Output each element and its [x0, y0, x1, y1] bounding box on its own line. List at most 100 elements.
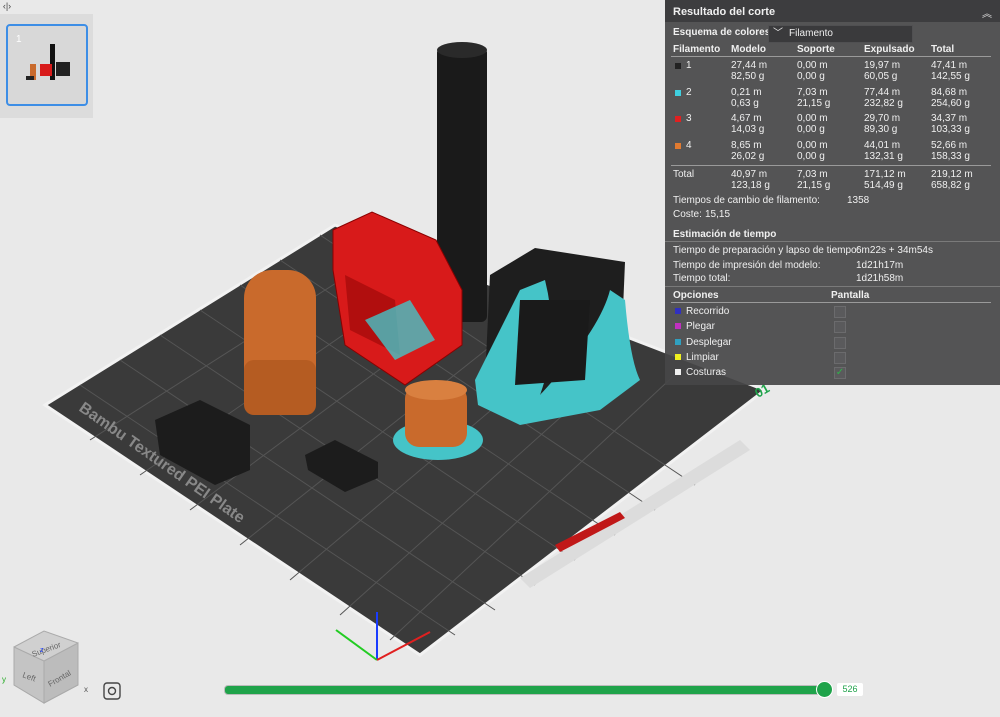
- layer-slider-track[interactable]: [224, 685, 826, 695]
- total-model-g: 123,18 g: [731, 180, 770, 191]
- total-time-value: 1d21h58m: [856, 273, 904, 284]
- filament-swatch: [675, 63, 681, 69]
- option-swatch: [675, 323, 681, 330]
- header-filament: Filamento: [673, 44, 721, 55]
- option-swatch: [675, 353, 681, 360]
- filament-swatch: [675, 116, 681, 122]
- option-label: Limpiar: [686, 351, 719, 363]
- options-label: Opciones: [673, 290, 719, 301]
- print-time-label: Tiempo de impresión del modelo:: [673, 260, 821, 271]
- collapse-sidebar-icon[interactable]: ‹|›: [0, 0, 14, 12]
- camera-reset-icon[interactable]: [101, 680, 123, 702]
- header-support: Soporte: [797, 44, 835, 55]
- option-checkbox[interactable]: [834, 336, 846, 349]
- option-swatch: [675, 338, 681, 345]
- filament-purge-m: 19,97 m: [864, 60, 901, 71]
- filament-purge-g: 132,31 g: [864, 150, 903, 162]
- filament-support-g: 21,15 g: [797, 97, 831, 109]
- navigation-cube[interactable]: Superior Left Frontal z y x: [0, 625, 90, 712]
- filament-total-g: 158,33 g: [931, 150, 970, 162]
- option-checkbox[interactable]: ✓: [834, 367, 846, 380]
- filament-support-g: 0,00 g: [797, 124, 825, 135]
- option-swatch: [675, 369, 681, 376]
- filament-model-g: 0,63 g: [731, 97, 759, 109]
- total-total-g: 658,82 g: [931, 180, 970, 191]
- filament-purge-g: 89,30 g: [864, 124, 898, 135]
- filament-purge-m: 44,01 m: [864, 139, 901, 151]
- divider: [671, 302, 991, 303]
- filament-purge-m: 77,44 m: [864, 86, 901, 98]
- time-section-title: Estimación de tiempo: [673, 229, 777, 240]
- filament-support-g: 0,00 g: [797, 71, 825, 82]
- filament-total-m: 47,41 m: [931, 60, 968, 71]
- slice-result-panel: Resultado del corte ︽ Esquema de colores…: [665, 0, 1000, 385]
- filament-swatch: [675, 142, 681, 149]
- total-purge-m: 171,12 m: [864, 169, 906, 180]
- total-support-g: 21,15 g: [797, 180, 831, 191]
- layer-slider-value: 526: [837, 683, 863, 696]
- option-checkbox[interactable]: [834, 321, 846, 334]
- filament-id: 4: [686, 139, 692, 151]
- filament-model-m: 8,65 m: [731, 139, 762, 151]
- filament-total-g: 254,60 g: [931, 97, 970, 109]
- filament-swatch: [675, 89, 681, 96]
- layer-slider-handle[interactable]: [816, 681, 833, 698]
- prep-time-value: 6m22s + 34m54s: [856, 245, 933, 256]
- option-checkbox[interactable]: [834, 351, 846, 364]
- divider: [665, 241, 1000, 242]
- filament-support-m: 0,00 m: [797, 113, 828, 124]
- cost-label: Coste:: [673, 209, 702, 220]
- filament-model-g: 14,03 g: [731, 124, 765, 135]
- filament-id: 2: [686, 86, 692, 98]
- print-time-value: 1d21h17m: [856, 260, 904, 271]
- header-total: Total: [931, 44, 955, 55]
- filament-purge-m: 29,70 m: [864, 113, 901, 124]
- filament-support-m: 0,00 m: [797, 60, 828, 71]
- filament-total-m: 34,37 m: [931, 113, 968, 124]
- navcube-z-label: z: [40, 647, 44, 654]
- total-model-m: 40,97 m: [731, 169, 768, 180]
- filament-model-m: 0,21 m: [731, 86, 762, 98]
- filament-total-g: 142,55 g: [931, 71, 970, 82]
- panel-title: Resultado del corte: [673, 6, 776, 18]
- total-label: Total: [673, 169, 695, 180]
- filament-model-g: 26,02 g: [731, 150, 765, 162]
- color-scheme-value: Filamento: [789, 28, 833, 39]
- chevron-down-icon: ﹀: [773, 28, 783, 39]
- filament-total-g: 103,33 g: [931, 124, 970, 135]
- collapse-panel-icon[interactable]: ︽: [982, 5, 992, 20]
- filament-support-m: 0,00 m: [797, 139, 828, 151]
- filament-support-m: 7,03 m: [797, 86, 828, 98]
- navcube-x-label: x: [84, 685, 88, 694]
- navcube-y-label: y: [2, 675, 6, 684]
- display-label: Pantalla: [831, 290, 870, 301]
- option-checkbox[interactable]: [834, 306, 846, 318]
- color-scheme-label: Esquema de colores: [673, 27, 771, 38]
- filament-model-g: 82,50 g: [731, 71, 765, 82]
- filament-id: 1: [686, 60, 692, 71]
- option-label: Recorrido: [686, 306, 730, 317]
- total-purge-g: 514,49 g: [864, 180, 903, 191]
- filament-changes-label: Tiempos de cambio de filamento:: [673, 195, 820, 206]
- y-axis: [335, 629, 378, 661]
- total-time-label: Tiempo total:: [673, 273, 731, 284]
- filament-purge-g: 60,05 g: [864, 71, 898, 82]
- filament-total-m: 52,66 m: [931, 139, 968, 151]
- 3d-viewport[interactable]: Bambu Textured PEI Plate 01 ‹|› 1 Result…: [0, 0, 1000, 712]
- color-scheme-dropdown[interactable]: ﹀ Filamento: [768, 25, 913, 43]
- prep-time-label: Tiempo de preparación y lapso de tiempo:: [673, 245, 860, 256]
- option-swatch: [675, 308, 681, 314]
- filament-model-m: 4,67 m: [731, 113, 762, 124]
- total-total-m: 219,12 m: [931, 169, 973, 180]
- filament-support-g: 0,00 g: [797, 150, 825, 162]
- filament-id: 3: [686, 113, 692, 124]
- header-purge: Expulsado: [864, 44, 915, 55]
- divider: [665, 286, 1000, 287]
- divider: [671, 56, 991, 57]
- filament-changes-value: 1358: [847, 195, 870, 206]
- total-support-m: 7,03 m: [797, 169, 828, 180]
- filament-model-m: 27,44 m: [731, 60, 768, 71]
- header-model: Modelo: [731, 44, 766, 55]
- option-label: Desplegar: [686, 336, 732, 348]
- filament-total-m: 84,68 m: [931, 86, 968, 98]
